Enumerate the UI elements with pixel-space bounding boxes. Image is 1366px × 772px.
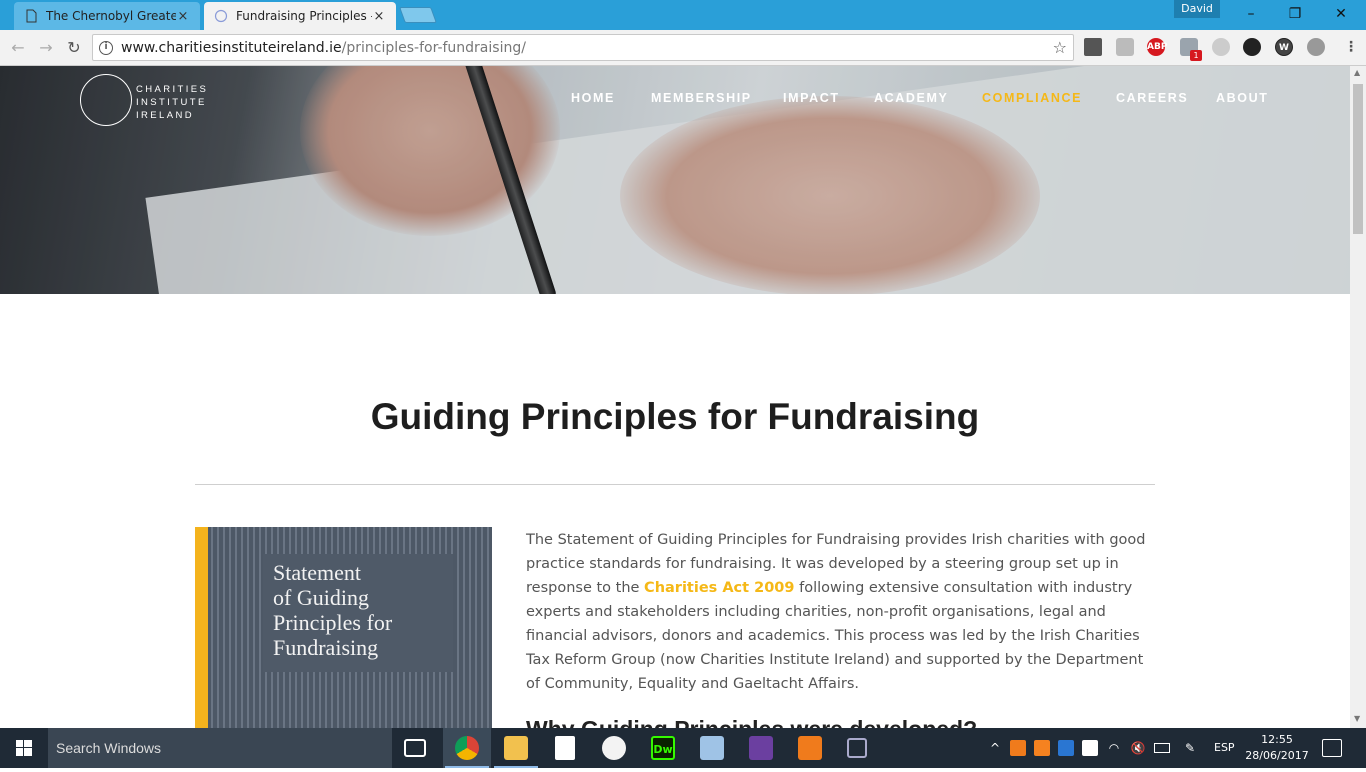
tab-close-icon[interactable]: × — [372, 9, 386, 24]
file-explorer-icon[interactable] — [504, 736, 528, 760]
chevron-up-icon[interactable]: ^ — [987, 740, 1003, 756]
box-icon[interactable] — [847, 738, 867, 758]
restore-button[interactable]: ❐ — [1272, 0, 1318, 28]
scroll-up-icon[interactable]: ▲ — [1354, 68, 1362, 77]
scrollbar-thumb[interactable] — [1353, 84, 1363, 234]
xampp-icon[interactable] — [798, 736, 822, 760]
document-icon — [26, 9, 37, 23]
xampp-tray-icon[interactable] — [1010, 740, 1026, 756]
loading-spinner-icon — [214, 9, 228, 23]
browser-menu-icon[interactable]: ⋮ — [1344, 38, 1358, 56]
nav-membership[interactable]: MEMBERSHIP — [651, 91, 752, 107]
w-icon[interactable]: W — [1275, 38, 1293, 56]
clock[interactable]: 12:55 28/06/2017 — [1244, 732, 1310, 764]
url-path: /principles-for-fundraising/ — [341, 39, 526, 56]
page-scrollbar[interactable]: ▲ ▼ — [1350, 66, 1366, 728]
info-icon[interactable]: i — [99, 40, 113, 55]
bolt-icon[interactable] — [1307, 38, 1325, 56]
windows-search-box[interactable]: Search Windows — [48, 728, 392, 768]
page-viewport: CHARITIES INSTITUTE IRELAND HOME MEMBERS… — [0, 66, 1350, 728]
nav-about[interactable]: ABOUT — [1216, 91, 1268, 107]
adblock-plus-icon[interactable]: ABP — [1147, 38, 1167, 56]
windows-start-button[interactable] — [0, 728, 48, 768]
page-title: Guiding Principles for Fundraising — [370, 396, 980, 437]
scroll-down-icon[interactable]: ▼ — [1354, 714, 1362, 723]
tab-fundraising-principles[interactable]: Fundraising Principles — × — [204, 2, 396, 30]
gear-light-icon[interactable] — [1212, 38, 1230, 56]
nav-impact[interactable]: IMPACT — [783, 91, 840, 107]
wifi-icon[interactable]: ◠ — [1106, 740, 1122, 756]
logo-line-3: IRELAND — [136, 110, 194, 121]
bookmark-star-icon[interactable]: ☆ — [1053, 38, 1067, 57]
visual-studio-icon[interactable] — [749, 736, 773, 760]
site-logo[interactable]: CHARITIES INSTITUTE IRELAND — [80, 74, 230, 130]
nav-academy[interactable]: ACADEMY — [874, 91, 948, 107]
minimize-button[interactable]: – — [1228, 0, 1274, 28]
book-cover-title: Statement of Guiding Principles for Fund… — [273, 560, 393, 660]
profile-button[interactable]: David — [1174, 0, 1220, 18]
dropbox-tray-icon[interactable] — [1058, 740, 1074, 756]
forward-arrow-icon[interactable]: → — [36, 38, 56, 58]
tab-title: The Chernobyl Greater C — [46, 9, 176, 23]
cube-icon[interactable] — [1116, 38, 1134, 56]
virtualbox-icon[interactable] — [700, 736, 724, 760]
mail-icon[interactable] — [1084, 38, 1102, 56]
reload-icon[interactable]: ↻ — [64, 38, 84, 58]
charities-act-link[interactable]: Charities Act 2009 — [644, 580, 794, 596]
new-tab-button[interactable] — [399, 7, 437, 23]
store-icon[interactable] — [555, 736, 575, 760]
url-host: www.charitiesinstituteireland.ie — [121, 39, 342, 56]
book-cover-image: Statement of Guiding Principles for Fund… — [195, 527, 492, 728]
extension-badge: 1 — [1190, 50, 1202, 61]
address-bar[interactable]: i www.charitiesinstituteireland.ie/princ… — [92, 34, 1074, 61]
logo-circle — [80, 74, 132, 126]
clock-time: 12:55 — [1261, 733, 1293, 746]
shield-tray-icon[interactable] — [1082, 740, 1098, 756]
close-window-button[interactable]: ✕ — [1318, 0, 1364, 28]
dreamweaver-icon[interactable]: Dw — [651, 736, 675, 760]
back-arrow-icon[interactable]: ← — [8, 38, 28, 58]
intro-paragraph: The Statement of Guiding Principles for … — [526, 532, 1146, 692]
hero-banner-image: CHARITIES INSTITUTE IRELAND HOME MEMBERS… — [0, 66, 1350, 294]
windows-logo-icon — [16, 740, 32, 756]
logo-line-2: INSTITUTE — [136, 97, 207, 108]
chrome-icon[interactable] — [455, 736, 479, 760]
language-indicator[interactable]: ESP — [1214, 728, 1238, 768]
task-view-icon[interactable] — [404, 739, 426, 757]
notification-icon[interactable] — [1322, 739, 1342, 757]
nav-home[interactable]: HOME — [571, 91, 615, 107]
logo-line-1: CHARITIES — [136, 84, 209, 95]
volume-muted-icon[interactable]: 🔇 — [1130, 740, 1146, 756]
tab-close-icon[interactable]: × — [176, 9, 190, 24]
divider — [195, 484, 1155, 485]
browser-titlebar: The Chernobyl Greater C × Fundraising Pr… — [0, 0, 1366, 30]
itunes-icon[interactable] — [602, 736, 626, 760]
section-heading: Why Guiding Principles were developed? — [526, 716, 1156, 728]
metamask-tray-icon[interactable] — [1034, 740, 1050, 756]
clock-date: 28/06/2017 — [1245, 749, 1309, 762]
gear-dark-icon[interactable] — [1243, 38, 1261, 56]
tab-chernobyl[interactable]: The Chernobyl Greater C × — [14, 2, 200, 30]
nav-careers[interactable]: CAREERS — [1116, 91, 1188, 107]
pen-icon[interactable]: ✎ — [1182, 740, 1198, 756]
battery-icon[interactable] — [1154, 743, 1170, 753]
nav-compliance[interactable]: COMPLIANCE — [982, 91, 1082, 107]
tab-title: Fundraising Principles — — [236, 9, 372, 23]
windows-taskbar: Search Windows Dw ^ ◠ 🔇 ✎ ESP 12:55 28/0… — [0, 728, 1366, 768]
